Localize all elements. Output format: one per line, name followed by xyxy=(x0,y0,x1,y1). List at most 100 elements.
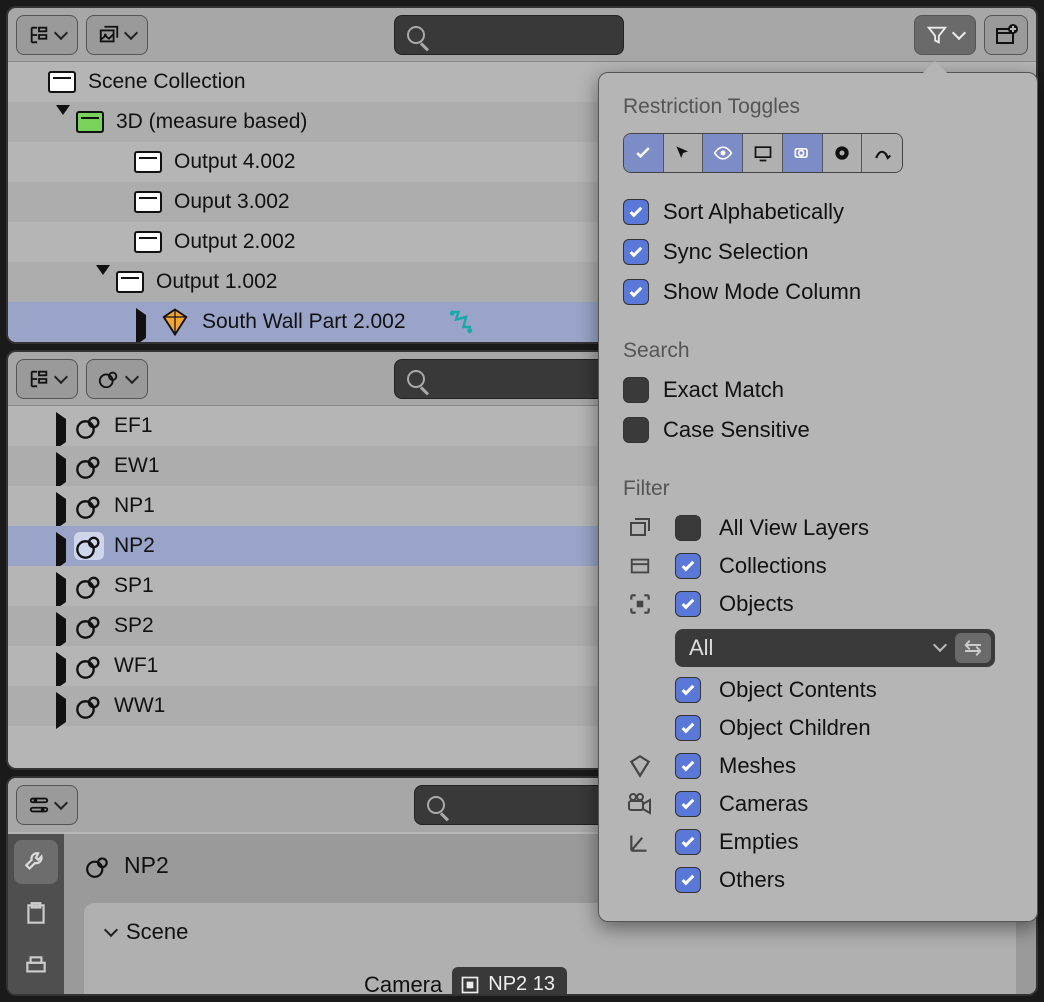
object-contents-label: Object Contents xyxy=(719,677,877,703)
material-icon xyxy=(74,692,104,720)
printer-icon xyxy=(23,953,49,979)
cameras-filter-label: Cameras xyxy=(719,791,808,817)
others-filter-row[interactable]: Others xyxy=(623,867,1013,893)
toggle-indirect-only[interactable] xyxy=(862,134,902,172)
funnel-icon xyxy=(926,24,948,46)
cameras-filter-row[interactable]: Cameras xyxy=(623,791,1013,817)
outliner1-mode-button[interactable] xyxy=(86,15,148,55)
material-icon xyxy=(74,572,104,600)
empties-filter-label: Empties xyxy=(719,829,798,855)
chevron-down-icon xyxy=(125,369,139,383)
restriction-toggle-strip xyxy=(623,133,903,173)
collection-icon xyxy=(134,191,162,213)
chevron-down-icon xyxy=(952,25,966,39)
expand-right-icon[interactable] xyxy=(56,572,66,609)
properties-datablock-name: NP2 xyxy=(124,852,169,879)
sort-alphabetically-row[interactable]: Sort Alphabetically xyxy=(623,199,1013,225)
expand-right-icon[interactable] xyxy=(56,412,66,449)
tree-row-label: NP2 xyxy=(114,534,155,558)
chevron-down-icon xyxy=(933,638,947,652)
toggle-hide-viewport[interactable] xyxy=(703,134,743,172)
node-modifier-icon[interactable] xyxy=(446,307,476,337)
filter-popover: Restriction Toggles Sort Alphabetically … xyxy=(598,72,1038,922)
tree-row-label: South Wall Part 2.002 xyxy=(202,310,406,334)
toggle-enable[interactable] xyxy=(624,134,664,172)
tree-row-label: EW1 xyxy=(114,454,160,478)
outliner1-new-collection-button[interactable] xyxy=(984,15,1028,55)
collection-icon xyxy=(116,271,144,293)
mesh-object-icon xyxy=(160,307,190,337)
collection-green-icon xyxy=(76,111,104,133)
toggle-disable-render[interactable] xyxy=(783,134,823,172)
checkbox-on-icon xyxy=(675,715,701,741)
toggle-holdout[interactable] xyxy=(823,134,863,172)
properties-tab-tool[interactable] xyxy=(14,840,58,884)
checkbox-on-icon xyxy=(675,829,701,855)
exact-match-row[interactable]: Exact Match xyxy=(623,377,1013,403)
outliner1-search-input[interactable] xyxy=(394,15,624,55)
checkbox-off-icon xyxy=(623,377,649,403)
outliner2-datatype-button[interactable] xyxy=(86,359,148,399)
sort-alphabetically-label: Sort Alphabetically xyxy=(663,199,844,225)
collections-filter-row[interactable]: Collections xyxy=(623,553,1013,579)
properties-scene-header[interactable]: Scene xyxy=(104,919,996,945)
toggle-screen[interactable] xyxy=(743,134,783,172)
object-children-label: Object Children xyxy=(719,715,871,741)
checkbox-on-icon xyxy=(623,199,649,225)
all-view-layers-row[interactable]: All View Layers xyxy=(623,515,1013,541)
properties-camera-field[interactable]: NP2 13 xyxy=(452,967,567,996)
show-mode-column-row[interactable]: Show Mode Column xyxy=(623,279,1013,305)
expand-down-icon[interactable] xyxy=(56,105,70,138)
collection-icon xyxy=(48,71,76,93)
chevron-down-icon xyxy=(54,25,68,39)
expand-right-icon[interactable] xyxy=(56,692,66,729)
filter-section-title: Filter xyxy=(623,477,1013,501)
material-icon xyxy=(74,612,104,640)
object-contents-row[interactable]: Object Contents xyxy=(675,677,1013,703)
tree-row-label: Output 2.002 xyxy=(174,230,295,254)
expand-right-icon[interactable] xyxy=(56,452,66,489)
object-children-row[interactable]: Object Children xyxy=(675,715,1013,741)
expand-right-icon[interactable] xyxy=(56,532,66,569)
properties-camera-row: Camera NP2 13 xyxy=(104,967,996,996)
case-sensitive-row[interactable]: Case Sensitive xyxy=(623,417,1013,443)
expand-down-icon[interactable] xyxy=(96,265,110,298)
invert-filter-button[interactable]: ⇆ xyxy=(955,633,991,663)
tree-row-label: WW1 xyxy=(114,694,165,718)
objects-filter-select[interactable]: All ⇆ xyxy=(675,629,995,667)
meshes-filter-row[interactable]: Meshes xyxy=(623,753,1013,779)
properties-tab-output[interactable] xyxy=(14,944,58,988)
material-icon xyxy=(74,452,104,480)
expand-right-icon[interactable] xyxy=(56,492,66,529)
chevron-down-icon xyxy=(54,796,68,810)
checkbox-on-icon xyxy=(623,279,649,305)
tree-row-label: NP1 xyxy=(114,494,155,518)
search-icon xyxy=(427,796,445,814)
expand-right-icon[interactable] xyxy=(56,652,66,689)
empty-icon xyxy=(623,829,657,855)
checkbox-on-icon xyxy=(675,867,701,893)
expand-right-icon[interactable] xyxy=(136,308,146,344)
properties-editor-type-button[interactable] xyxy=(16,785,78,825)
material-icon xyxy=(74,532,104,560)
new-collection-icon xyxy=(994,23,1018,47)
objects-filter-label: Objects xyxy=(719,591,794,617)
tree-row-label: EF1 xyxy=(114,414,153,438)
material-icon xyxy=(97,368,121,390)
empties-filter-row[interactable]: Empties xyxy=(623,829,1013,855)
restriction-toggles-title: Restriction Toggles xyxy=(623,95,1013,119)
tree-row-label: SP2 xyxy=(114,614,154,638)
outliner2-display-mode-button[interactable] xyxy=(16,359,78,399)
objects-filter-row[interactable]: Objects xyxy=(623,591,1013,617)
outliner1-display-mode-button[interactable] xyxy=(16,15,78,55)
toggle-selectable[interactable] xyxy=(664,134,704,172)
chevron-down-icon xyxy=(124,25,138,39)
others-filter-label: Others xyxy=(719,867,785,893)
sync-selection-row[interactable]: Sync Selection xyxy=(623,239,1013,265)
camera-select-icon xyxy=(460,975,480,995)
outliner1-filter-button[interactable] xyxy=(914,15,976,55)
expand-right-icon[interactable] xyxy=(56,612,66,649)
tree-icon xyxy=(28,368,50,390)
properties-tab-render[interactable] xyxy=(14,892,58,936)
clipboard-icon xyxy=(23,901,49,927)
